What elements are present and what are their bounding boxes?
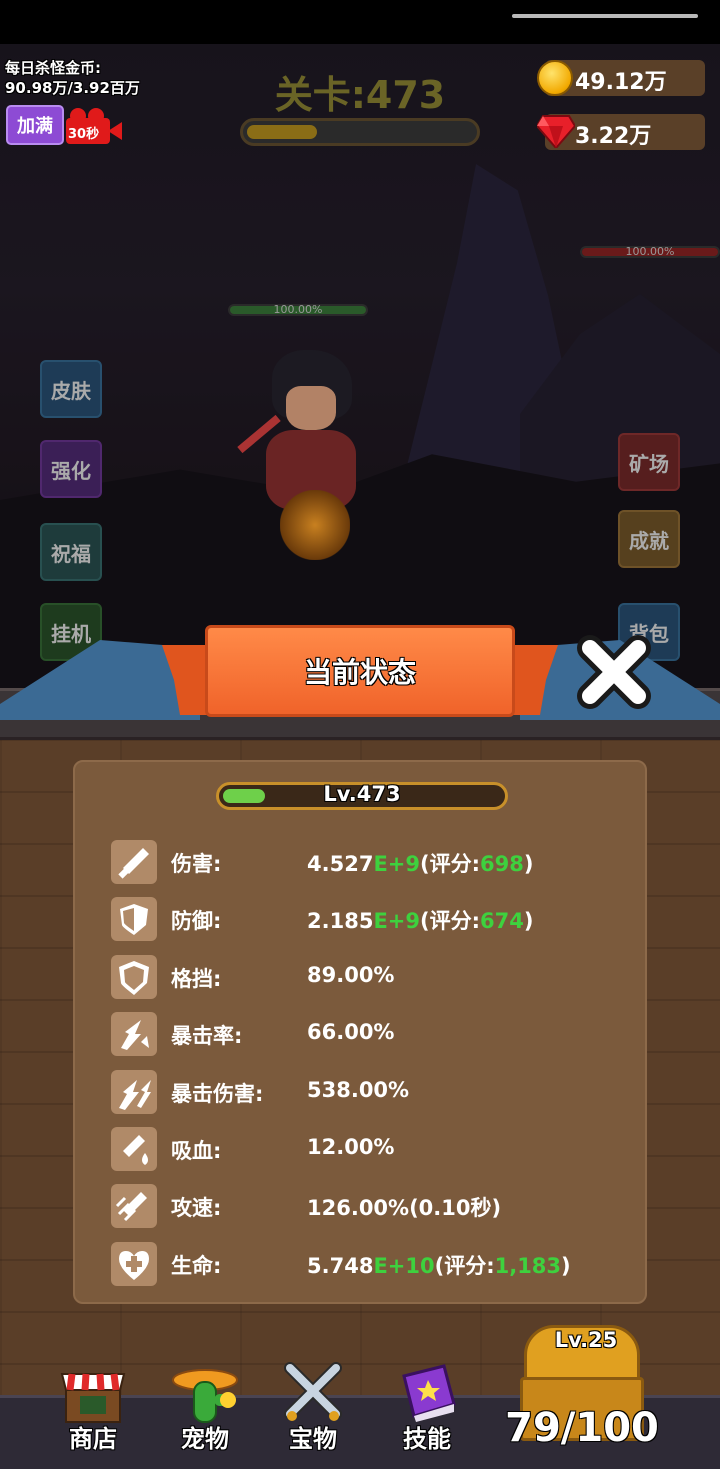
enemy-hp-bar: 100.00% — [580, 245, 720, 258]
skin-button[interactable]: 皮肤 — [40, 360, 102, 418]
system-status-bar — [0, 0, 720, 44]
stat-label: 暴击率: — [171, 1024, 243, 1049]
nav-pet[interactable]: 宠物 — [160, 1350, 250, 1460]
stat-value-post: ) — [561, 1253, 571, 1278]
ruby-gem-icon — [537, 115, 575, 148]
nav-skill[interactable]: 技能 — [382, 1350, 472, 1460]
stat-value-pre: 4.527 — [307, 852, 374, 876]
stat-value-pre: 538.00% — [307, 1077, 410, 1102]
crit-burst-icon — [111, 1012, 157, 1057]
stat-value-mid: (评分: — [420, 909, 480, 934]
spellbook-icon — [402, 1364, 456, 1422]
hero-hp-text: 100.00% — [273, 303, 323, 316]
nav-treasure-label: 宝物 — [289, 1425, 337, 1453]
stat-label: 格挡: — [171, 966, 222, 991]
stat-value-mid: (评分: — [420, 852, 480, 876]
hero-character — [230, 350, 370, 570]
heart-icon — [111, 1241, 157, 1286]
stage-progress-bar — [240, 118, 480, 146]
gesture-pill — [512, 14, 698, 18]
player-level-text: Lv.473 — [323, 782, 401, 806]
stat-value-pre: 12.00% — [307, 1135, 395, 1159]
stat-value: 126.00%(0.10秒) — [307, 1192, 501, 1222]
camera-lens-icon — [108, 122, 122, 140]
stat-value-post: ) — [523, 852, 534, 876]
stat-label: 防御: — [171, 909, 222, 934]
nav-shop-label: 商店 — [69, 1425, 117, 1453]
stat-label: 攻速: — [171, 1196, 222, 1221]
attack-speed-icon — [111, 1184, 157, 1229]
stat-value-mid: (评分: — [434, 1253, 495, 1278]
stat-row: 格挡: 89.00% — [111, 953, 631, 1001]
hero-flame-aura — [280, 490, 350, 560]
gem-value: 3.22万 — [575, 124, 652, 149]
block-shield-icon — [111, 954, 157, 999]
stat-value: 89.00% — [307, 963, 394, 987]
stage-title: 关卡:473 — [274, 73, 446, 117]
close-icon[interactable] — [574, 632, 654, 712]
stat-value: 5.748E+10(评分:1,183) — [307, 1250, 571, 1280]
stat-value: 2.185E+9(评分:674) — [307, 905, 533, 935]
cactus-pet-icon — [172, 1369, 238, 1423]
stats-card: Lv.473 伤害: 4.527E+9(评分:698) 防御: 2.185E+9(评分… — [73, 760, 647, 1304]
stat-value: 12.00% — [307, 1135, 394, 1159]
enhance-button[interactable]: 强化 — [40, 440, 102, 498]
stat-row: 攻速: 126.00%(0.10秒) — [111, 1182, 631, 1230]
stat-row: 吸血: 12.00% — [111, 1125, 631, 1173]
mine-button[interactable]: 矿场 — [618, 433, 680, 491]
chest-count: 79/100 — [505, 1405, 659, 1451]
nav-treasure[interactable]: 宝物 — [268, 1350, 358, 1460]
stat-row: 暴击率: 66.00% — [111, 1010, 631, 1058]
stat-value-pre: 2.185 — [307, 909, 374, 934]
crossed-swords-icon — [284, 1362, 342, 1421]
stat-value-pre: 66.00% — [307, 1020, 395, 1045]
stat-value-pre: 89.00% — [307, 962, 395, 987]
stat-value-exp: E+9 — [373, 909, 420, 934]
stat-value-pre: 5.748 — [307, 1253, 374, 1278]
crit-damage-icon — [111, 1069, 157, 1114]
stat-label: 伤害: — [171, 852, 222, 876]
stat-value-score: 698 — [480, 852, 524, 876]
player-level-bar: Lv.473 — [216, 782, 508, 810]
daily-kill-gold: 每日杀怪金币: 90.98万/3.92百万 — [5, 58, 140, 98]
stat-value-exp: E+10 — [373, 1253, 435, 1278]
stat-value-exp: E+9 — [373, 852, 420, 876]
stage-progress-fill — [247, 125, 317, 139]
stat-value: 66.00% — [307, 1020, 394, 1044]
hero-hp-bar: 100.00% — [228, 303, 368, 316]
achievement-button[interactable]: 成就 — [618, 510, 680, 568]
lifesteal-icon — [111, 1127, 157, 1171]
nav-shop[interactable]: 商店 — [48, 1350, 138, 1460]
stat-label: 吸血: — [171, 1139, 222, 1163]
stat-value-score: 674 — [480, 909, 524, 934]
stat-label: 暴击伤害: — [171, 1081, 264, 1106]
panel-title: 当前状态 — [205, 625, 515, 717]
stat-value-pre: 126.00%(0.10秒) — [307, 1196, 502, 1221]
enemy-hp-text: 100.00% — [625, 245, 675, 258]
stat-row: 防御: 2.185E+9(评分:674) — [111, 895, 631, 943]
nav-pet-label: 宠物 — [181, 1425, 229, 1453]
shield-icon — [111, 897, 157, 942]
bless-button[interactable]: 祝福 — [40, 523, 102, 581]
stat-row: 生命: 5.748E+10(评分:1,183) — [111, 1240, 631, 1288]
chest-level: Lv.25 — [554, 1328, 618, 1352]
ad-timer-label: 30秒 — [68, 127, 100, 142]
hero-face — [286, 386, 336, 430]
daily-kill-gold-value: 90.98万/3.92百万 — [5, 79, 140, 97]
stat-row: 伤害: 4.527E+9(评分:698) — [111, 838, 631, 886]
shop-stall-icon — [60, 1373, 126, 1423]
stat-row: 暴击伤害: 538.00% — [111, 1068, 631, 1116]
stat-value-score: 1,183 — [494, 1253, 562, 1278]
fill-up-button[interactable]: 加满 — [6, 105, 64, 145]
daily-kill-gold-label: 每日杀怪金币: — [5, 59, 101, 77]
stat-value-post: ) — [523, 909, 534, 934]
gold-value: 49.12万 — [575, 70, 667, 95]
stat-label: 生命: — [171, 1253, 222, 1278]
sword-icon — [111, 840, 157, 884]
stat-value: 538.00% — [307, 1078, 409, 1102]
nav-skill-label: 技能 — [403, 1425, 451, 1453]
video-ad-button[interactable]: 30秒 — [66, 108, 122, 146]
stat-value: 4.527E+9(评分:698) — [307, 848, 533, 878]
gold-coin-icon — [537, 60, 573, 96]
